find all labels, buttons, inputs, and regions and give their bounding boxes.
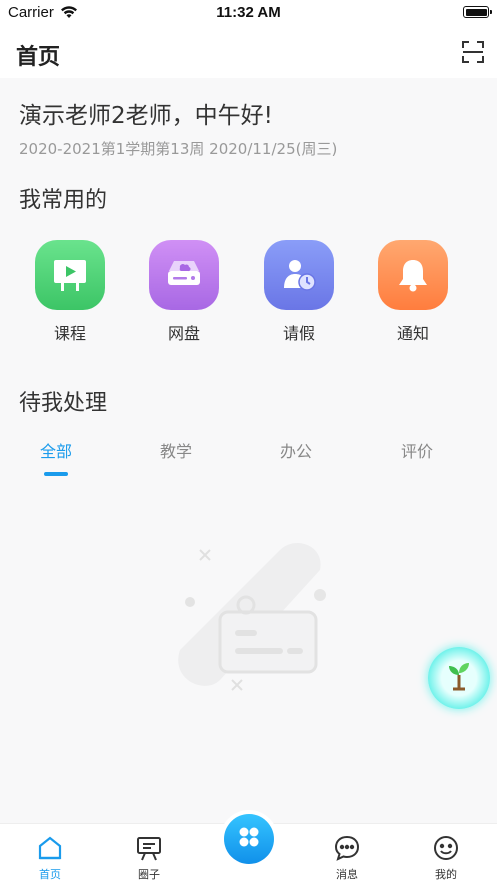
- page-title: 首页: [16, 45, 61, 70]
- leave-icon: [264, 240, 334, 310]
- greeting-text: 演示老师2老师，中午好!: [19, 103, 273, 129]
- tabbar-message[interactable]: 消息: [317, 832, 377, 882]
- empty-state-illustration: [160, 530, 340, 700]
- sprout-icon: [442, 659, 476, 697]
- pending-tabs: 全部 教学 办公 评价: [0, 438, 497, 478]
- term-info: 2020-2021第1学期第13周 2020/11/25(周三): [19, 140, 338, 158]
- cloud-disk-icon: [149, 240, 219, 310]
- status-bar: Carrier 11:32 AM: [0, 0, 497, 26]
- tabbar-circle-label: 圈子: [138, 868, 160, 881]
- apps-grid-icon: [236, 824, 262, 854]
- shortcut-notice[interactable]: 通知: [378, 240, 448, 344]
- board-icon: [119, 832, 179, 864]
- pending-section-title: 待我处理: [19, 391, 108, 416]
- active-tab-indicator: [44, 472, 68, 476]
- shortcut-course[interactable]: 课程: [35, 240, 105, 344]
- nav-bar: 首页: [0, 26, 497, 78]
- tab-evaluation[interactable]: 评价: [357, 438, 477, 462]
- shortcut-cloud-disk-label: 网盘: [167, 324, 200, 343]
- tabbar-mine[interactable]: 我的: [416, 832, 476, 882]
- tabbar-mine-label: 我的: [435, 868, 457, 881]
- course-icon: [35, 240, 105, 310]
- sprout-float-button[interactable]: [428, 647, 490, 709]
- message-icon: [317, 832, 377, 864]
- tabbar-home[interactable]: 首页: [20, 832, 80, 882]
- battery-icon: [463, 6, 492, 18]
- home-icon: [20, 832, 80, 864]
- bell-icon: [378, 240, 448, 310]
- tabbar-circle[interactable]: 圈子: [119, 832, 179, 882]
- frequent-section-title: 我常用的: [19, 188, 108, 213]
- tab-office[interactable]: 办公: [236, 438, 356, 462]
- tabbar-message-label: 消息: [336, 868, 358, 881]
- apps-center-button[interactable]: [224, 814, 274, 864]
- clock: 11:32 AM: [216, 4, 281, 21]
- scan-icon[interactable]: [461, 40, 485, 64]
- shortcut-course-label: 课程: [53, 324, 86, 343]
- tabbar-home-label: 首页: [39, 868, 61, 881]
- tab-teaching[interactable]: 教学: [116, 438, 236, 462]
- smile-icon: [416, 832, 476, 864]
- shortcut-leave[interactable]: 请假: [264, 240, 334, 344]
- shortcut-cloud-disk[interactable]: 网盘: [149, 240, 219, 344]
- tab-all[interactable]: 全部: [0, 438, 116, 462]
- shortcut-leave-label: 请假: [282, 324, 315, 343]
- shortcut-notice-label: 通知: [396, 324, 429, 343]
